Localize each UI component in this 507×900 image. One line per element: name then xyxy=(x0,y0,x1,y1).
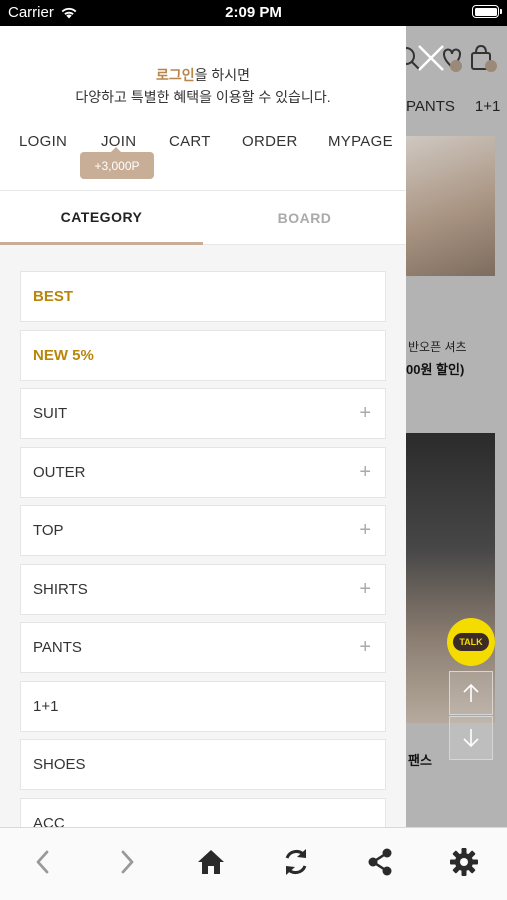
home-icon xyxy=(198,850,224,874)
login-link[interactable]: 로그인 xyxy=(156,67,195,83)
background-page: PANTS 1+1 반오픈 셔츠 00원 할인) 팬스 TALK xyxy=(406,26,507,827)
scroll-up-button[interactable] xyxy=(449,671,493,715)
browser-toolbar xyxy=(0,827,507,900)
forward-button[interactable] xyxy=(107,842,147,882)
expand-plus-icon[interactable]: + xyxy=(359,636,371,659)
talk-label: TALK xyxy=(453,633,489,651)
share-icon xyxy=(368,848,392,876)
category-list: BEST NEW 5% SUIT + OUTER + TOP + SHIRTS … xyxy=(0,245,406,827)
refresh-button[interactable] xyxy=(276,842,316,882)
category-item-new[interactable]: NEW 5% xyxy=(20,329,386,381)
tab-category[interactable]: CATEGORY xyxy=(0,191,203,245)
category-item-1plus1[interactable]: 1+1 xyxy=(20,680,386,732)
expand-plus-icon[interactable]: + xyxy=(359,461,371,484)
category-item-shirts[interactable]: SHIRTS + xyxy=(20,563,386,615)
category-label: SHIRTS xyxy=(33,580,88,598)
share-button[interactable] xyxy=(360,842,400,882)
scroll-down-button[interactable] xyxy=(449,716,493,760)
nav-order[interactable]: ORDER xyxy=(242,133,298,150)
kakao-talk-button[interactable]: TALK xyxy=(447,618,495,666)
expand-plus-icon[interactable]: + xyxy=(359,519,371,542)
category-label: NEW 5% xyxy=(33,346,94,364)
category-item-pants[interactable]: PANTS + xyxy=(20,622,386,673)
clock: 2:09 PM xyxy=(225,4,282,21)
category-label: BEST xyxy=(33,288,74,305)
category-item-suit[interactable]: SUIT + xyxy=(20,388,386,439)
category-label: SUIT xyxy=(33,405,68,422)
category-label: PANTS xyxy=(33,639,82,656)
category-label: SHOES xyxy=(33,756,86,773)
background-tabs: PANTS 1+1 xyxy=(406,98,501,115)
close-icon[interactable] xyxy=(413,40,449,76)
account-nav: LOGIN JOIN CART ORDER MYPAGE xyxy=(0,133,406,153)
home-button[interactable] xyxy=(191,842,231,882)
nav-cart[interactable]: CART xyxy=(169,133,211,150)
battery-icon xyxy=(472,5,502,18)
product-image xyxy=(406,136,495,276)
expand-plus-icon[interactable]: + xyxy=(359,578,371,601)
nav-login[interactable]: LOGIN xyxy=(19,133,67,150)
product-name: 반오픈 셔츠 xyxy=(408,340,467,354)
drawer-tabs: CATEGORY BOARD xyxy=(0,190,406,245)
back-icon xyxy=(36,850,49,874)
arrow-down-icon xyxy=(463,729,479,748)
category-item-outer[interactable]: OUTER + xyxy=(20,446,386,498)
join-points-badge: +3,000P xyxy=(80,147,154,179)
category-item-acc[interactable]: ACC xyxy=(20,797,386,828)
category-item-shoes[interactable]: SHOES xyxy=(20,739,386,790)
login-greeting: 로그인을 하시면 다양하고 특별한 혜택을 이용할 수 있습니다. xyxy=(75,67,331,105)
refresh-icon xyxy=(285,849,307,875)
forward-icon xyxy=(121,850,134,874)
settings-icon xyxy=(450,848,478,876)
status-bar: Carrier 2:09 PM xyxy=(0,0,507,26)
side-menu-drawer: 로그인을 하시면 다양하고 특별한 혜택을 이용할 수 있습니다. LOGIN … xyxy=(0,26,406,827)
category-label: OUTER xyxy=(33,463,86,481)
expand-plus-icon[interactable]: + xyxy=(359,402,371,425)
product-name: 팬스 xyxy=(408,753,432,768)
nav-mypage[interactable]: MYPAGE xyxy=(328,133,393,150)
category-item-top[interactable]: TOP + xyxy=(20,505,386,556)
settings-button[interactable] xyxy=(444,842,484,882)
category-label: 1+1 xyxy=(33,697,59,715)
tab-board[interactable]: BOARD xyxy=(203,191,406,245)
category-label: TOP xyxy=(33,522,64,539)
product-price: 00원 할인) xyxy=(406,362,465,377)
back-button[interactable] xyxy=(23,842,63,882)
arrow-up-icon xyxy=(463,683,479,702)
category-label: ACC xyxy=(33,814,65,828)
category-item-best[interactable]: BEST xyxy=(20,271,386,322)
